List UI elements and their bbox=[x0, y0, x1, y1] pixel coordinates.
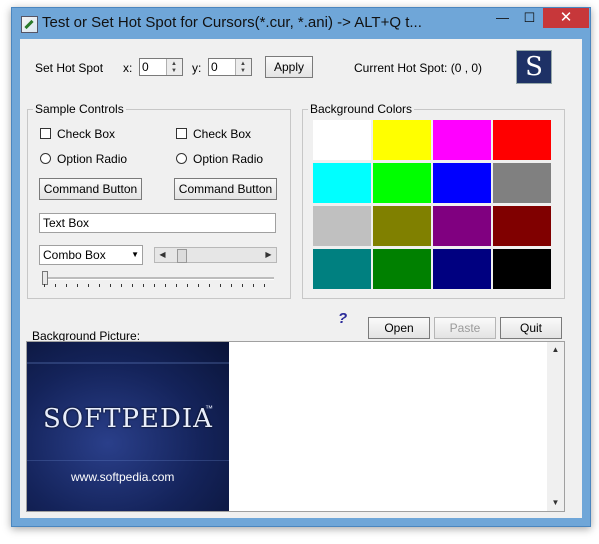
paste-button: Paste bbox=[434, 317, 496, 339]
horizontal-scrollbar[interactable]: ◀ ▶ bbox=[154, 247, 277, 263]
close-button[interactable]: ✕ bbox=[543, 8, 589, 28]
checkbox-2-label: Check Box bbox=[193, 127, 252, 141]
radio-2-label: Option Radio bbox=[193, 152, 264, 166]
color-swatch[interactable] bbox=[373, 249, 431, 289]
command-button-2[interactable]: Command Button bbox=[174, 178, 277, 200]
color-swatch[interactable] bbox=[313, 120, 371, 160]
scroll-left-arrow[interactable]: ◀ bbox=[155, 247, 170, 263]
checkbox-1[interactable] bbox=[40, 128, 51, 139]
combo-box[interactable]: Combo Box ▼ bbox=[39, 245, 143, 265]
chevron-down-icon[interactable]: ▼ bbox=[131, 246, 139, 264]
color-swatch[interactable] bbox=[373, 206, 431, 246]
title-bar[interactable]: Test or Set Hot Spot for Cursors(*.cur, … bbox=[12, 8, 590, 38]
x-spin-arrows[interactable]: ▲ ▼ bbox=[166, 59, 182, 75]
softpedia-banner-image: SOFTPEDIA ™ www.softpedia.com bbox=[27, 342, 229, 511]
y-value: 0 bbox=[211, 60, 218, 74]
scroll-up-arrow[interactable]: ▲ bbox=[548, 342, 563, 358]
banner-line bbox=[27, 362, 229, 364]
color-swatch[interactable] bbox=[493, 206, 551, 246]
maximize-button[interactable]: ☐ bbox=[516, 8, 543, 28]
sample-controls-title: Sample Controls bbox=[33, 102, 126, 116]
slider[interactable] bbox=[42, 271, 274, 289]
softpedia-url-text: www.softpedia.com bbox=[71, 470, 175, 484]
background-colors-title: Background Colors bbox=[308, 102, 415, 116]
radio-1-label: Option Radio bbox=[57, 152, 128, 166]
x-spinner[interactable]: 0 ▲ ▼ bbox=[139, 58, 183, 76]
x-value: 0 bbox=[142, 60, 149, 74]
background-picture-area[interactable]: SOFTPEDIA ™ www.softpedia.com ▲ ▼ bbox=[26, 341, 565, 512]
combo-box-value: Combo Box bbox=[43, 248, 106, 262]
apply-button[interactable]: Apply bbox=[265, 56, 313, 78]
y-spin-arrows[interactable]: ▲ ▼ bbox=[235, 59, 251, 75]
slider-ticks bbox=[44, 284, 274, 287]
y-spinner[interactable]: 0 ▲ ▼ bbox=[208, 58, 252, 76]
checkbox-1-label: Check Box bbox=[57, 127, 116, 141]
color-swatch[interactable] bbox=[493, 163, 551, 203]
window-title: Test or Set Hot Spot for Cursors(*.cur, … bbox=[42, 14, 422, 31]
color-swatch[interactable] bbox=[493, 120, 551, 160]
slider-track bbox=[42, 277, 274, 280]
radio-1[interactable] bbox=[40, 153, 51, 164]
radio-2[interactable] bbox=[176, 153, 187, 164]
color-swatch[interactable] bbox=[373, 163, 431, 203]
color-swatch[interactable] bbox=[493, 249, 551, 289]
color-swatch[interactable] bbox=[313, 163, 371, 203]
checkbox-2[interactable] bbox=[176, 128, 187, 139]
color-swatch[interactable] bbox=[313, 249, 371, 289]
vertical-scrollbar[interactable]: ▲ ▼ bbox=[547, 342, 564, 511]
app-window: Test or Set Hot Spot for Cursors(*.cur, … bbox=[11, 7, 591, 527]
color-swatch[interactable] bbox=[373, 120, 431, 160]
minimize-button[interactable]: — bbox=[489, 8, 516, 28]
color-swatch[interactable] bbox=[313, 206, 371, 246]
app-icon[interactable] bbox=[21, 16, 38, 33]
banner-line bbox=[27, 460, 229, 461]
client-area: Set Hot Spot x: 0 ▲ ▼ y: 0 ▲ ▼ Apply Curre… bbox=[20, 39, 582, 518]
open-button[interactable]: Open bbox=[368, 317, 430, 339]
quit-button[interactable]: Quit bbox=[500, 317, 562, 339]
color-swatch[interactable] bbox=[433, 120, 491, 160]
scroll-right-arrow[interactable]: ▶ bbox=[261, 247, 276, 263]
trademark-symbol: ™ bbox=[205, 404, 213, 413]
help-icon[interactable]: ? bbox=[338, 310, 347, 327]
color-swatch[interactable] bbox=[433, 206, 491, 246]
current-hot-spot-label: Current Hot Spot: (0 , 0) bbox=[354, 61, 483, 75]
scroll-thumb[interactable] bbox=[177, 249, 187, 263]
color-swatch-grid bbox=[313, 120, 553, 292]
x-label: x: bbox=[123, 61, 133, 75]
y-label: y: bbox=[192, 61, 202, 75]
softpedia-logo-text: SOFTPEDIA bbox=[43, 404, 213, 434]
scroll-down-arrow[interactable]: ▼ bbox=[548, 495, 563, 511]
command-button-1[interactable]: Command Button bbox=[39, 178, 142, 200]
text-box[interactable]: Text Box bbox=[39, 213, 276, 233]
set-hot-spot-label: Set Hot Spot bbox=[35, 61, 104, 75]
cursor-preview-icon: S bbox=[516, 50, 552, 84]
color-swatch[interactable] bbox=[433, 163, 491, 203]
color-swatch[interactable] bbox=[433, 249, 491, 289]
slider-thumb[interactable] bbox=[42, 271, 48, 285]
